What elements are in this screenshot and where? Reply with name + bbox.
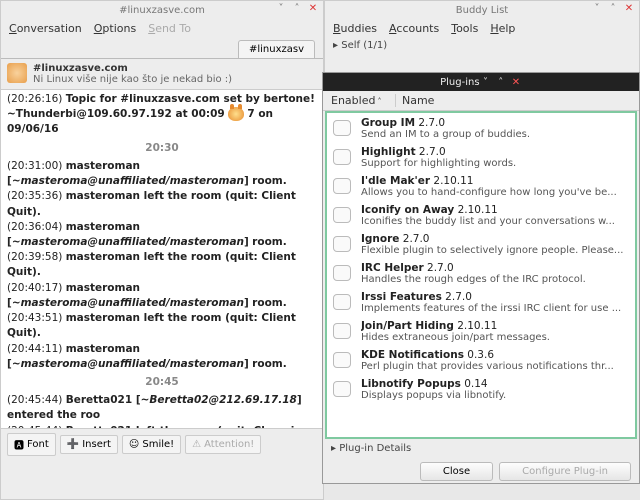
menu-tools[interactable]: Tools [451,22,478,35]
plugin-name: KDE Notifications 0.3.6 [361,349,629,361]
self-group[interactable]: Self (1/1) [341,40,387,51]
conversation-header: #linuxzasve.com Ni Linux više nije kao š… [1,59,323,89]
plugins-window: Plug-ins ˅ ˄ ✕ Enabled˄ Name Group IM 2.… [322,72,640,484]
room-topic: Ni Linux više nije kao što je nekad bio … [33,74,232,85]
plugin-enabled-checkbox[interactable] [333,207,351,223]
log-line: ~Thunderbi@109.60.97.192 at 00:09 7 on 0… [7,107,317,137]
menu-conversation[interactable]: Conversation [9,22,82,35]
tab-linuxzasve[interactable]: #linuxzasv [238,40,315,58]
log-line: (20:31:00) masteroman [~masteroma@unaffi… [7,159,317,189]
plugin-name: Libnotify Popups 0.14 [361,378,629,390]
plugin-row[interactable]: Highlight 2.7.0Support for highlighting … [327,143,635,172]
plugin-list-header: Enabled˄ Name [323,91,639,111]
plugin-details-expander[interactable]: ▸ Plug-in Details [323,439,639,458]
insert-button[interactable]: ➕ Insert [60,435,118,454]
plugin-row[interactable]: Iconify on Away 2.10.11Iconifies the bud… [327,201,635,230]
attention-button: ⚠ Attention! [185,435,261,454]
plugin-list[interactable]: Group IM 2.7.0Send an IM to a group of b… [325,111,637,439]
plugin-name: Ignore 2.7.0 [361,233,629,245]
menu-accounts[interactable]: Accounts [389,22,439,35]
conversation-titlebar: #linuxzasve.com ˅ ˄ ✕ [1,1,323,19]
plugin-enabled-checkbox[interactable] [333,294,351,310]
plugin-enabled-checkbox[interactable] [333,149,351,165]
plugin-name: Group IM 2.7.0 [361,117,629,129]
plugins-titlebar: Plug-ins ˅ ˄ ✕ [323,73,639,91]
plugin-row[interactable]: Ignore 2.7.0Flexible plugin to selective… [327,230,635,259]
plugin-row[interactable]: IRC Helper 2.7.0Handles the rough edges … [327,259,635,288]
plugin-desc: Implements features of the irssi IRC cli… [361,303,629,314]
room-avatar-icon [7,63,27,83]
menu-sendto[interactable]: Send To [148,22,191,35]
plugin-desc: Flexible plugin to selectively ignore pe… [361,245,629,256]
expand-icon[interactable]: ▸ [333,40,338,51]
menu-buddies[interactable]: Buddies [333,22,377,35]
plugin-row[interactable]: Join/Part Hiding 2.10.11Hides extraneous… [327,317,635,346]
configure-plugin-button: Configure Plug-in [499,462,631,481]
plugin-row[interactable]: Libnotify Popups 0.14Displays popups via… [327,375,635,404]
plugin-enabled-checkbox[interactable] [333,323,351,339]
conversation-window: #linuxzasve.com ˅ ˄ ✕ Conversation Optio… [0,0,324,500]
menu-help[interactable]: Help [490,22,515,35]
log-line: (20:35:36) masteroman left the room (qui… [7,189,317,219]
close-icon[interactable]: ✕ [510,76,522,88]
conversation-toolbar: 🅰 Font ➕ Insert ☺ Smile! ⚠ Attention! [1,429,323,460]
plugin-desc: Iconifies the buddy list and your conver… [361,216,629,227]
conversation-menubar: Conversation Options Send To [1,19,323,38]
log-line: (20:40:17) masteroman [~masteroma@unaffi… [7,281,317,311]
column-enabled[interactable]: Enabled˄ [331,94,389,107]
plugin-enabled-checkbox[interactable] [333,178,351,194]
tab-strip: #linuxzasv [1,38,323,59]
max-icon[interactable]: ˄ [607,2,619,14]
buddy-menubar: Buddies Accounts Tools Help [325,19,639,38]
plugin-enabled-checkbox[interactable] [333,120,351,136]
font-button[interactable]: 🅰 Font [7,433,56,456]
room-name: #linuxzasve.com [33,63,232,74]
buddy-titlebar: Buddy List ˅ ˄ ✕ [325,1,639,19]
plugin-desc: Allows you to hand-configure how long yo… [361,187,629,198]
buddy-list-window: Buddy List ˅ ˄ ✕ Buddies Accounts Tools … [324,0,640,80]
plugin-name: Join/Part Hiding 2.10.11 [361,320,629,332]
menu-options[interactable]: Options [94,22,136,35]
max-icon[interactable]: ˄ [495,76,507,88]
plugin-enabled-checkbox[interactable] [333,352,351,368]
plugin-name: Highlight 2.7.0 [361,146,629,158]
buddy-title: Buddy List [456,5,508,16]
plugins-title: Plug-ins [440,77,479,88]
log-line: (20:39:58) masteroman left the room (qui… [7,250,317,280]
log-line: (20:26:16) Topic for #linuxzasve.com set… [7,92,317,107]
plugin-row[interactable]: I'dle Mak'er 2.10.11Allows you to hand-c… [327,172,635,201]
plugin-desc: Support for highlighting words. [361,158,629,169]
conversation-log[interactable]: (20:26:16) Topic for #linuxzasve.com set… [1,89,323,429]
min-icon[interactable]: ˅ [480,76,492,88]
column-name[interactable]: Name [402,94,434,107]
close-icon[interactable]: ✕ [307,2,319,14]
log-line: (20:43:51) masteroman left the room (qui… [7,311,317,341]
plugin-desc: Hides extraneous join/part messages. [361,332,629,343]
plugin-desc: Send an IM to a group of buddies. [361,129,629,140]
min-icon[interactable]: ˅ [275,2,287,14]
plugin-desc: Handles the rough edges of the IRC proto… [361,274,629,285]
log-line: (20:36:04) masteroman [~masteroma@unaffi… [7,220,317,250]
log-line: (20:45:44) Beretta021 [~Beretta02@212.69… [7,393,317,423]
plugin-name: I'dle Mak'er 2.10.11 [361,175,629,187]
close-icon[interactable]: ✕ [623,2,635,14]
plugin-enabled-checkbox[interactable] [333,265,351,281]
plugin-enabled-checkbox[interactable] [333,381,351,397]
plugin-row[interactable]: KDE Notifications 0.3.6Perl plugin that … [327,346,635,375]
plugin-desc: Displays popups via libnotify. [361,390,629,401]
plugin-name: Iconify on Away 2.10.11 [361,204,629,216]
plugin-row[interactable]: Irssi Features 2.7.0Implements features … [327,288,635,317]
plugin-name: Irssi Features 2.7.0 [361,291,629,303]
max-icon[interactable]: ˄ [291,2,303,14]
conversation-title: #linuxzasve.com [119,5,205,16]
min-icon[interactable]: ˅ [591,2,603,14]
plugin-enabled-checkbox[interactable] [333,236,351,252]
smile-button[interactable]: ☺ Smile! [122,435,181,454]
plugin-row[interactable]: Group IM 2.7.0Send an IM to a group of b… [327,114,635,143]
plugin-name: IRC Helper 2.7.0 [361,262,629,274]
close-button[interactable]: Close [420,462,493,481]
log-line: (20:44:11) masteroman [~masteroma@unaffi… [7,342,317,372]
plugin-desc: Perl plugin that provides various notifi… [361,361,629,372]
